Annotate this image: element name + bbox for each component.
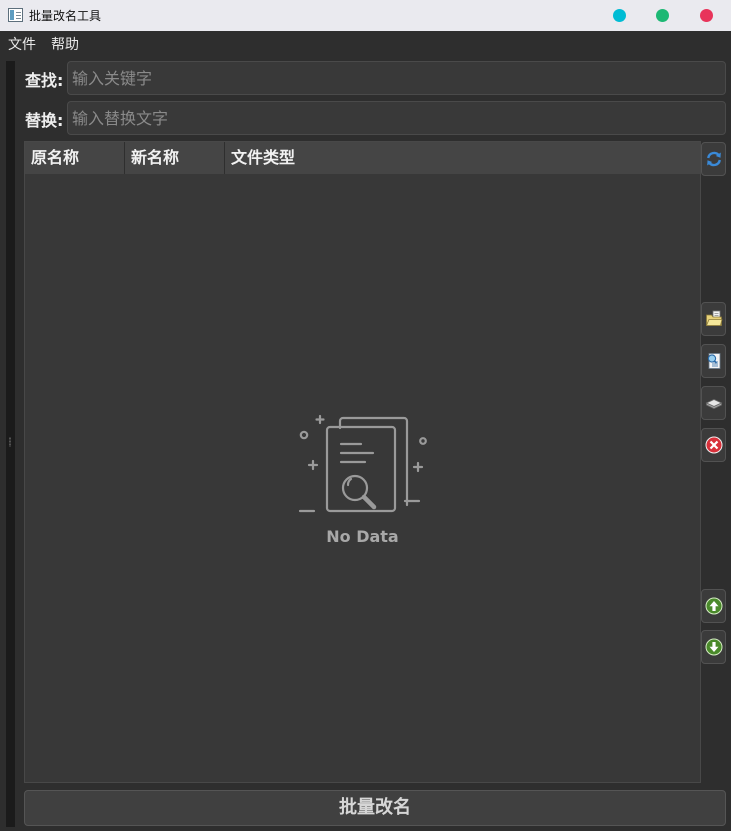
clear-list-button[interactable] [701, 386, 726, 420]
move-up-icon [705, 597, 722, 615]
move-up-button[interactable] [701, 589, 726, 623]
no-data-icon [298, 414, 427, 513]
column-header-file-type[interactable]: 文件类型 [225, 142, 700, 174]
window-title: 批量改名工具 [29, 9, 102, 23]
grip-icon [9, 437, 11, 447]
find-label: 查找: [25, 71, 64, 90]
replace-input[interactable] [67, 101, 726, 135]
find-input[interactable] [67, 61, 726, 95]
splitter-handle[interactable] [6, 61, 15, 827]
title-bar: 批量改名工具 [0, 0, 731, 31]
menu-file[interactable]: 文件 [8, 34, 36, 54]
move-down-icon [705, 638, 722, 656]
batch-rename-button[interactable]: 批量改名 [24, 790, 726, 826]
close-button[interactable] [700, 9, 713, 22]
remove-icon [705, 436, 722, 454]
menu-help[interactable]: 帮助 [51, 34, 79, 54]
file-table[interactable]: 原名称 新名称 文件类型 No Data [24, 141, 701, 783]
replace-label: 替换: [25, 111, 64, 130]
menu-bar: 文件 帮助 [0, 31, 731, 56]
add-files-button[interactable] [701, 344, 726, 378]
table-header: 原名称 新名称 文件类型 [25, 142, 700, 174]
open-folder-icon [705, 310, 723, 326]
minimize-button[interactable] [613, 9, 626, 22]
remove-button[interactable] [701, 428, 726, 462]
open-folder-button[interactable] [701, 302, 726, 336]
move-down-button[interactable] [701, 630, 726, 664]
no-data-label: No Data [326, 527, 399, 546]
clear-icon [705, 399, 722, 409]
refresh-button[interactable] [701, 142, 726, 176]
column-header-original-name[interactable]: 原名称 [25, 142, 125, 174]
refresh-icon [706, 151, 721, 167]
app-icon [8, 8, 23, 22]
maximize-button[interactable] [656, 9, 669, 22]
column-header-new-name[interactable]: 新名称 [125, 142, 225, 174]
add-files-icon [707, 353, 720, 369]
